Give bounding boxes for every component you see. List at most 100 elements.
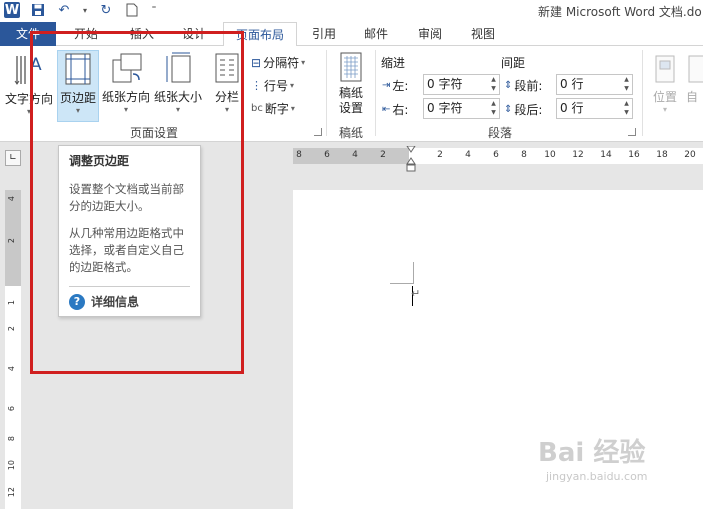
redo-icon[interactable]: ↻: [98, 2, 114, 18]
ruler-number: 14: [600, 150, 612, 160]
paper-size-button[interactable]: 纸张大小 ▾: [153, 52, 203, 116]
customize-qat-icon[interactable]: ⁼: [150, 2, 158, 18]
hyphenation-icon: bc: [251, 103, 263, 114]
indent-header: 缩进: [381, 56, 406, 70]
ruler-number: 16: [628, 150, 640, 160]
paper-size-icon: [166, 52, 191, 83]
indent-right-value: 0 字符: [427, 101, 463, 115]
orientation-label: 纸张方向: [101, 90, 150, 104]
tab-references[interactable]: 引用: [302, 22, 346, 46]
space-before-label: ⇕ 段前:: [504, 77, 542, 94]
breaks-button[interactable]: ⊟ 分隔符 ▾: [251, 54, 305, 71]
tooltip-help-link[interactable]: ? 详细信息: [69, 293, 190, 310]
chevron-down-icon: ▾: [26, 107, 31, 116]
tab-view[interactable]: 视图: [461, 22, 505, 46]
columns-label: 分栏: [214, 90, 239, 104]
new-document-icon[interactable]: [124, 2, 140, 18]
chevron-down-icon: ▾: [123, 105, 128, 114]
tab-mailings[interactable]: 邮件: [354, 22, 398, 46]
wrap-text-icon: [688, 55, 703, 83]
indent-right-input[interactable]: 0 字符 ▲ ▼: [423, 98, 500, 119]
margins-button[interactable]: 页边距 ▾: [57, 50, 99, 122]
indent-left-label: ⇥ 左:: [382, 77, 408, 94]
spinner-arrows-icon[interactable]: ▲ ▼: [489, 75, 498, 93]
space-after-value: 0 行: [560, 101, 584, 115]
space-before-value: 0 行: [560, 77, 584, 91]
columns-button[interactable]: 分栏 ▾: [208, 52, 246, 116]
tab-selector-icon[interactable]: ∟: [5, 150, 21, 166]
position-label: 位置: [652, 90, 677, 104]
text-direction-button[interactable]: A 文字方向 ▾: [3, 52, 55, 116]
group-separator: [375, 50, 376, 136]
spacing-header: 间距: [501, 56, 526, 70]
ruler-number: 8: [296, 150, 302, 160]
undo-icon[interactable]: ↶: [56, 2, 72, 18]
columns-icon: [215, 53, 239, 83]
paragraph-group-label: 段落: [488, 126, 513, 140]
ruler-number: 4: [7, 196, 16, 202]
chevron-down-icon: ▾: [175, 105, 180, 114]
tooltip-title: 调整页边距: [69, 154, 130, 168]
watermark-url: jingyan.baidu.com: [546, 470, 648, 483]
manuscript-settings-button[interactable]: 稿纸 设置: [334, 52, 368, 118]
spinner-arrows-icon[interactable]: ▲ ▼: [489, 99, 498, 117]
vertical-ruler[interactable]: 4 2 1 2 4 6 8 10 12: [5, 190, 21, 509]
tab-insert[interactable]: 插入: [122, 22, 162, 46]
page-setup-launcher-icon[interactable]: [314, 128, 322, 136]
watermark-logo: Bai 经验: [538, 438, 646, 468]
svg-text:A: A: [30, 55, 42, 75]
manuscript-label-line1: 稿纸: [338, 86, 363, 100]
hyphenation-button[interactable]: bc 断字 ▾: [251, 100, 295, 117]
ruler-number: 18: [656, 150, 668, 160]
space-after-input[interactable]: 0 行 ▲ ▼: [556, 98, 633, 119]
spinner-arrows-icon[interactable]: ▲ ▼: [622, 99, 631, 117]
orientation-icon: [112, 53, 142, 83]
indent-left-icon: ⇥: [382, 80, 391, 91]
ruler-number: 4: [7, 366, 16, 372]
horizontal-ruler[interactable]: 8 6 4 2 2 4 6 8 10 12 14 16 18 20: [293, 148, 703, 164]
wrap-text-label: 自: [686, 90, 699, 104]
save-icon[interactable]: [30, 2, 46, 18]
ruler-number: 2: [437, 150, 443, 160]
indent-left-input[interactable]: 0 字符 ▲ ▼: [423, 74, 500, 95]
manuscript-label-line2: 设置: [338, 101, 363, 115]
paragraph-launcher-icon[interactable]: [628, 128, 636, 136]
position-button[interactable]: 位置 ▾: [648, 54, 682, 118]
line-numbers-button[interactable]: ⋮ 行号 ▾: [251, 77, 294, 94]
manuscript-icon: [340, 52, 362, 82]
tab-design[interactable]: 设计: [172, 22, 216, 46]
space-before-input[interactable]: 0 行 ▲ ▼: [556, 74, 633, 95]
ruler-number: 6: [7, 406, 16, 412]
word-logo-icon: W: [4, 2, 20, 18]
ruler-number: 4: [352, 150, 358, 160]
paragraph-mark-icon: ↵: [411, 287, 421, 300]
breaks-icon: ⊟: [251, 55, 262, 70]
orientation-button[interactable]: 纸张方向 ▾: [101, 52, 151, 116]
tab-review[interactable]: 审阅: [408, 22, 452, 46]
margins-label: 页边距: [59, 91, 96, 105]
ruler-number: 20: [684, 150, 696, 160]
space-after-icon: ⇕: [504, 104, 513, 115]
hyphenation-label: 断字: [264, 102, 289, 116]
tab-page-layout[interactable]: 页面布局: [223, 22, 297, 47]
tab-home[interactable]: 开始: [64, 22, 108, 46]
spinner-arrows-icon[interactable]: ▲ ▼: [622, 75, 631, 93]
title-bar: W ↶ ▾ ↻ ⁼ 新建 Microsoft Word 文档.do: [0, 0, 703, 22]
chevron-down-icon: ▾: [662, 105, 667, 114]
manuscript-group-label: 稿纸: [339, 126, 364, 140]
position-icon: [655, 55, 675, 83]
ruler-number: 10: [544, 150, 556, 160]
tooltip-description-2: 从几种常用边距格式中选择，或者自定义自己的边距格式。: [69, 226, 184, 274]
space-after-text: 段后:: [514, 103, 543, 117]
margins-icon: [65, 53, 91, 85]
tooltip-help-text: 详细信息: [91, 295, 140, 309]
ruler-number: 4: [465, 150, 471, 160]
chevron-down-icon: ▾: [290, 81, 295, 90]
tab-file[interactable]: 文件: [0, 22, 56, 46]
indent-marker-icon[interactable]: [406, 146, 416, 172]
group-separator: [326, 50, 327, 136]
undo-dropdown-icon[interactable]: ▾: [82, 2, 88, 18]
wrap-text-button[interactable]: 自: [686, 54, 703, 118]
text-direction-label: 文字方向: [4, 92, 53, 106]
ruler-number: 12: [572, 150, 584, 160]
